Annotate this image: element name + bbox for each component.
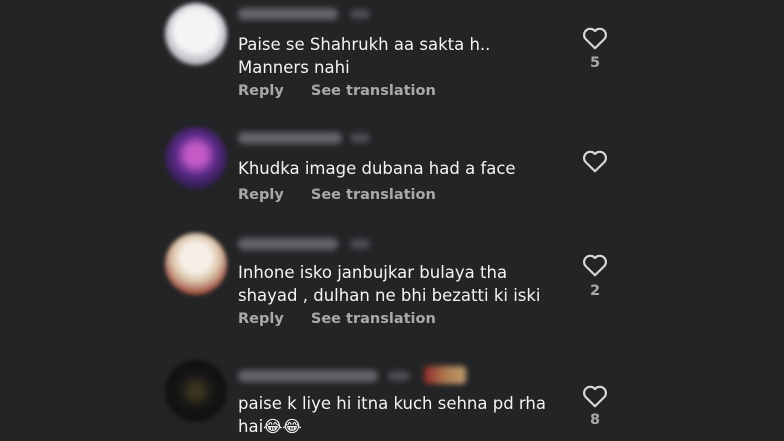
comment-item: Khudka image dubana had a face Reply See… [0,120,784,230]
avatar[interactable] [165,233,227,295]
comment-time-blurred [350,9,370,19]
reply-button[interactable]: Reply [238,311,284,327]
comment-actions: Reply See translation [238,187,436,203]
heart-outline-icon[interactable] [582,253,608,277]
see-translation-button[interactable]: See translation [311,187,436,203]
reply-button[interactable]: Reply [238,83,284,99]
comment-text: Paise se Shahrukh aa sakta h.. Manners n… [238,35,491,77]
comment-text: Khudka image dubana had a face [238,159,516,178]
heart-outline-icon[interactable] [582,384,608,408]
comment-time-blurred [350,133,370,143]
reply-button[interactable]: Reply [238,187,284,203]
username-blurred[interactable] [238,8,338,20]
comment-text: paise k liye hi itna kuch sehna pd rha h… [238,394,546,436]
avatar[interactable] [165,360,227,422]
comment-text: Inhone isko janbujkar bulaya tha shayad … [238,263,541,305]
comment-actions: Reply See translation [238,311,436,327]
comment-time-blurred [350,239,370,249]
comment-actions: Reply See translation [238,83,436,99]
comment-item: paise k liye hi itna kuch sehna pd rha h… [0,360,784,441]
comment-item: Inhone isko janbujkar bulaya tha shayad … [0,230,784,360]
like-count: 2 [589,283,601,299]
username-blurred[interactable] [238,238,338,250]
comment-time-blurred [388,371,410,381]
see-translation-button[interactable]: See translation [311,311,436,327]
blurred-emoji [424,366,466,384]
username-blurred[interactable] [238,370,378,382]
avatar[interactable] [165,3,227,65]
avatar[interactable] [165,127,227,189]
like-count: 5 [589,55,601,71]
like-count: 8 [589,412,601,428]
heart-outline-icon[interactable] [582,149,608,173]
comment-item: Paise se Shahrukh aa sakta h.. Manners n… [0,0,784,120]
see-translation-button[interactable]: See translation [311,83,436,99]
heart-outline-icon[interactable] [582,26,608,50]
username-blurred[interactable] [238,132,342,144]
